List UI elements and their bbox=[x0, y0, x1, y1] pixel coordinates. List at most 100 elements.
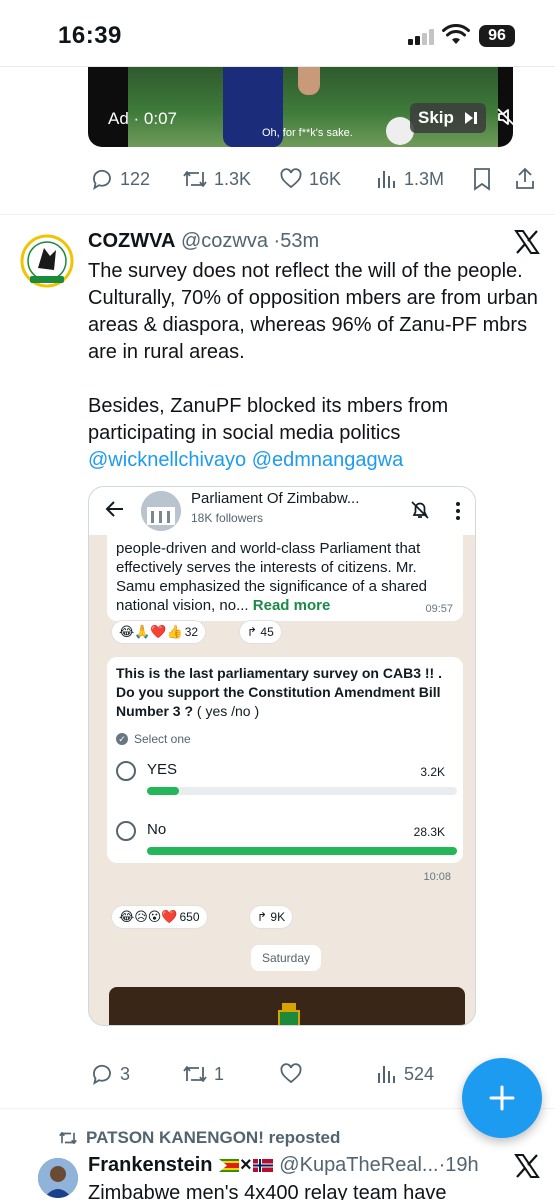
bell-muted-icon[interactable] bbox=[409, 499, 431, 521]
author-handle[interactable]: @cozwva bbox=[181, 230, 268, 252]
author-name[interactable]: COZWVA bbox=[88, 230, 175, 252]
reply-count: 3 bbox=[120, 1063, 131, 1084]
reply-icon bbox=[93, 1064, 111, 1085]
channel-title: Parliament Of Zimbabw... bbox=[191, 490, 360, 507]
message-reactions[interactable]: 😂🙏❤️👍 32 bbox=[111, 620, 207, 644]
back-arrow-icon[interactable] bbox=[105, 499, 125, 519]
status-bar: 16:39 96 bbox=[0, 0, 555, 66]
poll-forward-count-value: 9K bbox=[270, 910, 286, 924]
repost-attribution[interactable]: PATSON KANENGON! reposted bbox=[58, 1128, 340, 1148]
repost-button[interactable]: 1 bbox=[182, 1062, 224, 1086]
tweet-time: ·53m bbox=[273, 230, 320, 252]
forward-icon: ↱ bbox=[247, 625, 258, 639]
times-icon: × bbox=[240, 1154, 252, 1176]
poll-select-hint: ✓ Select one bbox=[116, 732, 191, 746]
x-logo-icon bbox=[514, 1154, 540, 1178]
skip-next-icon bbox=[465, 112, 477, 124]
poll-option-yes-bar bbox=[147, 787, 457, 795]
attached-image[interactable]: Parliament Of Zimbabw... 18K followers p… bbox=[88, 486, 476, 1026]
tweet-body: The survey does not reflect the will of … bbox=[88, 258, 538, 474]
repost-header: Frankenstein × @KupaTheReal...·19h bbox=[88, 1154, 479, 1177]
reply-button[interactable]: 3 bbox=[90, 1062, 130, 1086]
poll-reactions[interactable]: 😂😥😮❤️ 650 bbox=[111, 905, 208, 929]
profile-photo-icon bbox=[38, 1158, 78, 1198]
repost-author-handle[interactable]: @KupaTheReal... bbox=[279, 1154, 438, 1176]
repost-count: 1.3K bbox=[214, 168, 252, 189]
channel-message: people-driven and world-class Parliament… bbox=[107, 535, 463, 621]
zimbabwe-flag-icon bbox=[219, 1159, 240, 1173]
norway-flag-icon bbox=[252, 1159, 273, 1173]
channel-image-preview bbox=[109, 987, 465, 1025]
views-icon bbox=[378, 1066, 395, 1083]
read-more-link[interactable]: Read more bbox=[253, 597, 331, 614]
coat-of-arms-icon bbox=[278, 1003, 300, 1025]
poll-reaction-emojis: 😂😥😮❤️ bbox=[119, 909, 178, 924]
ad-action-bar: 122 1.3K 16K 1.3M bbox=[0, 167, 555, 201]
x-logo-icon bbox=[514, 230, 540, 254]
poll-question-suffix: ( yes /no ) bbox=[196, 703, 260, 719]
reaction-count: 32 bbox=[184, 625, 199, 639]
reaction-emojis: 😂🙏❤️👍 bbox=[119, 624, 183, 639]
skip-ad-button[interactable]: Skip bbox=[410, 103, 486, 133]
reply-button[interactable]: 122 bbox=[90, 167, 150, 191]
views-icon bbox=[378, 171, 395, 188]
wifi-icon bbox=[442, 24, 470, 44]
repost-icon bbox=[59, 1131, 77, 1145]
tweet-header: COZWVA @cozwva ·53m bbox=[88, 230, 319, 253]
poll-option-no-label: No bbox=[147, 821, 167, 838]
poll-select-label: Select one bbox=[134, 732, 191, 746]
channel-header: Parliament Of Zimbabw... 18K followers bbox=[89, 487, 475, 535]
repost-icon bbox=[183, 171, 207, 187]
poll-no-fill bbox=[147, 847, 457, 855]
repost-button[interactable]: 1.3K bbox=[182, 167, 251, 191]
views-count: 1.3M bbox=[404, 168, 445, 189]
video-caption: Oh, for f**k's sake. bbox=[262, 127, 353, 139]
forward-icon: ↱ bbox=[257, 910, 268, 924]
video-ad[interactable]: Ad · 0:07 Oh, for f**k's sake. Skip bbox=[88, 67, 513, 147]
tweet-paragraph-1: The survey does not reflect the will of … bbox=[88, 260, 538, 363]
poll-question: This is the last parliamentary survey on… bbox=[116, 664, 446, 721]
poll-forward-count[interactable]: ↱ 9K bbox=[249, 905, 294, 929]
cellular-signal-icon bbox=[408, 29, 434, 45]
poll-question-bold: Do you support the Constitution Amendmen… bbox=[116, 684, 441, 719]
repost-text: Zimbabwe men's 4x400 relay team have bbox=[88, 1182, 447, 1200]
poll-option-yes-count: 3.2K bbox=[420, 765, 445, 779]
bookmark-icon[interactable] bbox=[472, 167, 492, 191]
message-text: people-driven and world-class Parliament… bbox=[116, 539, 456, 615]
compose-button[interactable] bbox=[462, 1058, 542, 1138]
status-time: 16:39 bbox=[58, 22, 122, 49]
channel-followers: 18K followers bbox=[191, 511, 264, 525]
cozwva-avatar[interactable] bbox=[20, 234, 74, 288]
skip-label: Skip bbox=[418, 108, 454, 127]
mute-icon[interactable] bbox=[496, 107, 513, 127]
share-icon[interactable] bbox=[514, 167, 536, 191]
poll-option-yes-radio[interactable] bbox=[116, 761, 136, 781]
poll-option-yes-label: YES bbox=[147, 761, 178, 778]
views-button[interactable]: 524 bbox=[376, 1062, 434, 1086]
parliament-building-icon bbox=[141, 491, 181, 531]
forward-count[interactable]: ↱ 45 bbox=[239, 620, 282, 644]
poll-reaction-count: 650 bbox=[179, 910, 200, 924]
ad-timer-label: Ad · 0:07 bbox=[108, 109, 177, 128]
poll-time: 10:08 bbox=[423, 871, 451, 883]
poll-option-no-count: 28.3K bbox=[413, 825, 445, 839]
tweet-mentions[interactable]: @wicknellchivayo @edmnangagwa bbox=[88, 447, 538, 474]
heart-icon bbox=[280, 168, 302, 189]
more-vert-icon[interactable] bbox=[455, 501, 461, 521]
check-circle-icon: ✓ bbox=[116, 733, 128, 745]
feed-divider bbox=[0, 214, 555, 215]
forward-count-value: 45 bbox=[260, 625, 274, 639]
poll-option-no-bar bbox=[147, 847, 457, 855]
message-time: 09:57 bbox=[425, 603, 453, 615]
channel-avatar[interactable] bbox=[141, 491, 181, 531]
tweet-paragraph-2: Besides, ZanuPF blocked its mbers from p… bbox=[88, 395, 449, 444]
repost-author-name[interactable]: Frankenstein bbox=[88, 1154, 212, 1176]
video-player-arm bbox=[298, 67, 320, 95]
cozwva-logo-icon bbox=[20, 234, 74, 288]
like-button[interactable] bbox=[279, 1062, 309, 1086]
frankenstein-avatar[interactable] bbox=[38, 1158, 78, 1198]
like-count: 16K bbox=[309, 168, 342, 189]
like-button[interactable]: 16K bbox=[279, 167, 341, 191]
poll-option-no-radio[interactable] bbox=[116, 821, 136, 841]
views-button[interactable]: 1.3M bbox=[376, 167, 444, 191]
